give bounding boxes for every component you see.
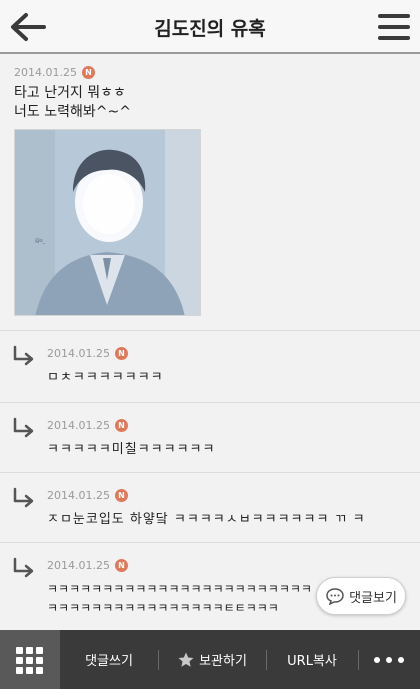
bookmark-button[interactable]: 보관하기 bbox=[162, 630, 262, 689]
reply-item: 2014.01.25 N ㅁㅊㅋㅋㅋㅋㅋㅋㅋ bbox=[0, 331, 420, 403]
post-meta: 2014.01.25 N bbox=[14, 66, 95, 79]
reply-date: 2014.01.25 bbox=[47, 419, 110, 432]
app-header: 김도진의 유혹 bbox=[0, 0, 420, 54]
write-comment-label: 댓글쓰기 bbox=[85, 654, 133, 669]
reply-arrow-icon bbox=[13, 345, 34, 366]
copy-url-label: URL복사 bbox=[287, 654, 337, 669]
new-badge: N bbox=[114, 559, 128, 572]
reply-text-line: ㅋㅋㅋㅋㅋㅋㅋㅋㅋㅋㅋㅋㅋㅋㅋㅋㅌㅌㅋㅋㅋ bbox=[47, 601, 279, 615]
toolbar-divider bbox=[358, 650, 359, 670]
reply-text: ㅈㅁ눈코입도 하얗닼 ㅋㅋㅋㅋㅅㅂㅋㅋㅋㅋㅋㅋ ㄲ ㅋ bbox=[47, 510, 366, 529]
post: 2014.01.25 N 타고 난거지 뭐ㅎㅎ 너도 노력해봐^~^ @s_ bbox=[0, 56, 420, 331]
chat-bubble-icon bbox=[326, 588, 344, 605]
reply-arrow-icon bbox=[13, 557, 34, 578]
more-button[interactable] bbox=[364, 630, 420, 689]
reply-item: 2014.01.25 N ㅋㅋㅋㅋㅋ미칠ㅋㅋㅋㅋㅋㅋ bbox=[0, 403, 420, 473]
page-title: 김도진의 유혹 bbox=[154, 18, 266, 40]
grid-menu-button[interactable] bbox=[0, 630, 60, 689]
new-badge: N bbox=[114, 419, 128, 432]
reply-meta: 2014.01.25 N bbox=[47, 419, 128, 432]
reply-meta: 2014.01.25 N bbox=[47, 489, 128, 502]
reply-meta: 2014.01.25 N bbox=[47, 559, 128, 572]
reply-meta: 2014.01.25 N bbox=[47, 347, 128, 360]
reply-arrow-icon bbox=[13, 417, 34, 438]
svg-text:@s_: @s_ bbox=[35, 238, 46, 244]
view-comments-button[interactable]: 댓글보기 bbox=[316, 577, 406, 615]
bottom-toolbar: 댓글쓰기 보관하기 URL복사 bbox=[0, 630, 420, 689]
post-image[interactable]: @s_ bbox=[14, 129, 201, 316]
write-comment-button[interactable]: 댓글쓰기 bbox=[64, 630, 154, 689]
reply-text: ㅋㅋㅋㅋㅋㅋㅋㅋㅋㅋㅋㅋㅋㅋㅋㅋㅋㅋㅋㅋㅋㅋㅋㅋ ㅋㅋㅋㅋㅋㅋㅋㅋㅋㅋㅋㅋㅋㅋㅋ… bbox=[47, 580, 312, 618]
reply-text-line: ㅋㅋㅋㅋㅋㅋㅋㅋㅋㅋㅋㅋㅋㅋㅋㅋㅋㅋㅋㅋㅋㅋㅋㅋ bbox=[47, 582, 312, 596]
new-badge: N bbox=[81, 66, 95, 79]
toolbar-divider bbox=[158, 650, 159, 670]
copy-url-button[interactable]: URL복사 bbox=[270, 630, 354, 689]
more-dots-icon bbox=[374, 657, 380, 663]
reply-text: ㅋㅋㅋㅋㅋ미칠ㅋㅋㅋㅋㅋㅋ bbox=[47, 440, 215, 459]
hamburger-menu-icon bbox=[378, 14, 410, 18]
reply-date: 2014.01.25 bbox=[47, 347, 110, 360]
toolbar-divider bbox=[266, 650, 267, 670]
menu-button[interactable] bbox=[378, 12, 410, 42]
star-icon bbox=[178, 652, 194, 667]
new-badge: N bbox=[114, 489, 128, 502]
reply-item: 2014.01.25 N ㅈㅁ눈코입도 하얗닼 ㅋㅋㅋㅋㅅㅂㅋㅋㅋㅋㅋㅋ ㄲ ㅋ bbox=[0, 473, 420, 543]
comment-list[interactable]: 2014.01.25 N 타고 난거지 뭐ㅎㅎ 너도 노력해봐^~^ @s_ 2… bbox=[0, 56, 420, 630]
reply-text-line: ㅈㅁ눈코입도 하얗닼 ㅋㅋㅋㅋㅅㅂㅋㅋㅋㅋㅋㅋ ㄲ ㅋ bbox=[47, 512, 366, 527]
bookmark-label: 보관하기 bbox=[199, 654, 247, 669]
photo-image: @s_ bbox=[15, 130, 200, 315]
post-date: 2014.01.25 bbox=[14, 66, 77, 79]
new-badge: N bbox=[114, 347, 128, 360]
reply-text-line: ㅁㅊㅋㅋㅋㅋㅋㅋㅋ bbox=[47, 370, 164, 385]
reply-date: 2014.01.25 bbox=[47, 559, 110, 572]
reply-date: 2014.01.25 bbox=[47, 489, 110, 502]
reply-text-line: ㅋㅋㅋㅋㅋ미칠ㅋㅋㅋㅋㅋㅋ bbox=[47, 442, 216, 457]
post-text-line: 너도 노력해봐^~^ bbox=[14, 104, 131, 120]
reply-arrow-icon bbox=[13, 487, 34, 508]
post-text-line: 타고 난거지 뭐ㅎㅎ bbox=[14, 85, 126, 101]
view-comments-label: 댓글보기 bbox=[349, 590, 397, 606]
post-text: 타고 난거지 뭐ㅎㅎ 너도 노력해봐^~^ bbox=[14, 84, 131, 122]
reply-text: ㅁㅊㅋㅋㅋㅋㅋㅋㅋ bbox=[47, 368, 164, 387]
